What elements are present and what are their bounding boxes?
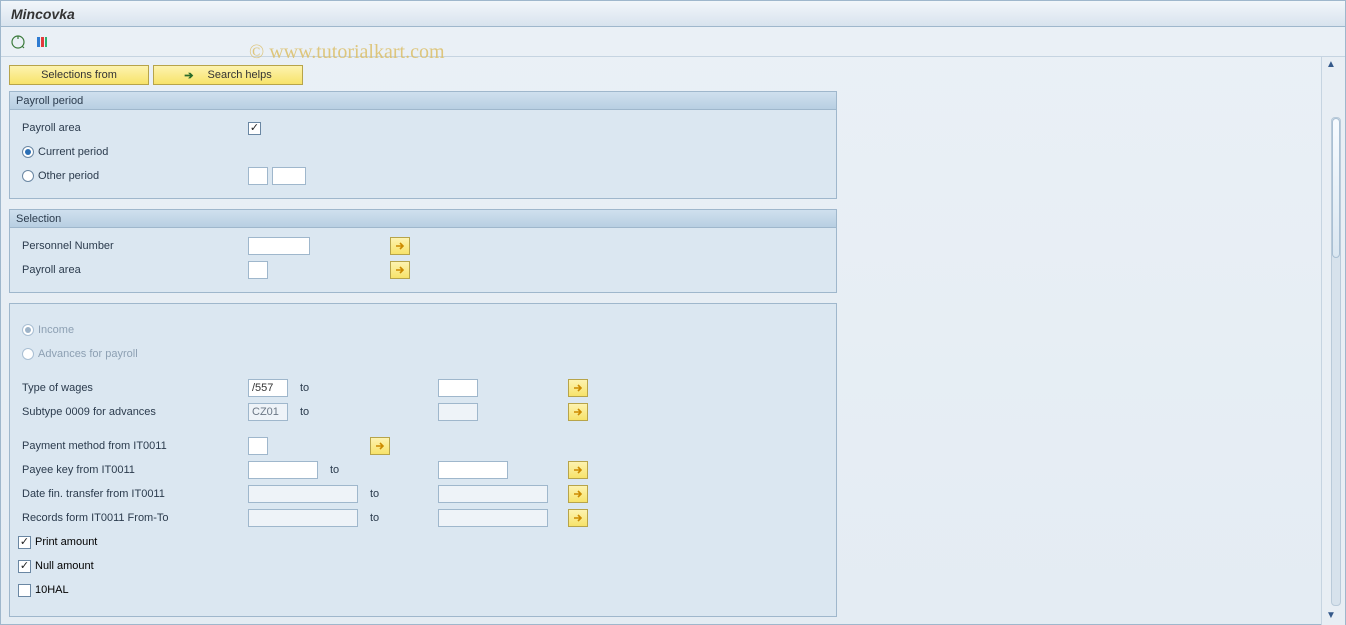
income-radio bbox=[22, 324, 34, 336]
type-of-wages-to[interactable] bbox=[438, 379, 478, 397]
date-fin-multi[interactable] bbox=[568, 485, 588, 503]
payroll-area-input[interactable] bbox=[248, 261, 268, 279]
group-payroll-period: Payroll period Payroll area Current peri… bbox=[9, 91, 837, 199]
records-multi[interactable] bbox=[568, 509, 588, 527]
label-date-fin: Date fin. transfer from IT0011 bbox=[18, 488, 248, 500]
window-title: Mincovka bbox=[1, 1, 1345, 27]
group-selection: Selection Personnel Number Payroll area bbox=[9, 209, 837, 293]
subtype-from bbox=[248, 403, 288, 421]
execute-icon[interactable] bbox=[9, 33, 27, 51]
label-type-of-wages: Type of wages bbox=[18, 382, 248, 394]
payment-method-multi[interactable] bbox=[370, 437, 390, 455]
type-of-wages-multi[interactable] bbox=[568, 379, 588, 397]
payee-key-to[interactable] bbox=[438, 461, 508, 479]
group-header: Payroll period bbox=[10, 92, 836, 110]
scrollbar-thumb[interactable] bbox=[1332, 118, 1340, 258]
payee-key-from[interactable] bbox=[248, 461, 318, 479]
group-parameters: Income Advances for payroll Type of wage… bbox=[9, 303, 837, 617]
payroll-area-multi-button[interactable] bbox=[390, 261, 410, 279]
label-other-period: Other period bbox=[38, 170, 99, 182]
label-records: Records form IT0011 From-To bbox=[18, 512, 248, 524]
subtype-to bbox=[438, 403, 478, 421]
label-payee-key: Payee key from IT0011 bbox=[18, 464, 248, 476]
to-label: to bbox=[318, 464, 438, 476]
personnel-number-multi-button[interactable] bbox=[390, 237, 410, 255]
date-fin-to bbox=[438, 485, 548, 503]
to-label: to bbox=[358, 512, 438, 524]
label-payroll-area-sel: Payroll area bbox=[18, 264, 248, 276]
label-print-amount: Print amount bbox=[35, 536, 97, 548]
scroll-column: ▲ ▼ bbox=[1321, 57, 1345, 625]
main-content: Selections from ➔Search helps Payroll pe… bbox=[1, 57, 1321, 625]
payment-method-input[interactable] bbox=[248, 437, 268, 455]
to-label: to bbox=[288, 406, 438, 418]
null-amount-checkbox[interactable] bbox=[18, 560, 31, 573]
label-payment-method: Payment method from IT0011 bbox=[18, 440, 248, 452]
scroll-up-icon[interactable]: ▲ bbox=[1326, 59, 1340, 73]
label-income: Income bbox=[38, 324, 74, 336]
other-period-input-1[interactable] bbox=[248, 167, 268, 185]
other-period-input-2[interactable] bbox=[272, 167, 306, 185]
payee-key-multi[interactable] bbox=[568, 461, 588, 479]
records-from bbox=[248, 509, 358, 527]
selections-from-button[interactable]: Selections from bbox=[9, 65, 149, 85]
advances-radio bbox=[22, 348, 34, 360]
to-label: to bbox=[358, 488, 438, 500]
label-null-amount: Null amount bbox=[35, 560, 94, 572]
app-toolbar bbox=[1, 27, 1345, 57]
group-header: Selection bbox=[10, 210, 836, 228]
date-fin-from bbox=[248, 485, 358, 503]
scroll-down-icon[interactable]: ▼ bbox=[1326, 610, 1340, 624]
scrollbar[interactable] bbox=[1331, 117, 1341, 606]
arrow-right-icon: ➔ bbox=[184, 69, 193, 82]
tenhal-checkbox[interactable] bbox=[18, 584, 31, 597]
personnel-number-input[interactable] bbox=[248, 237, 310, 255]
search-helps-button[interactable]: ➔Search helps bbox=[153, 65, 303, 85]
records-to bbox=[438, 509, 548, 527]
type-of-wages-from[interactable] bbox=[248, 379, 288, 397]
subtype-multi[interactable] bbox=[568, 403, 588, 421]
payroll-area-checkbox[interactable] bbox=[248, 122, 261, 135]
print-amount-checkbox[interactable] bbox=[18, 536, 31, 549]
label-personnel-number: Personnel Number bbox=[18, 240, 248, 252]
to-label: to bbox=[288, 382, 438, 394]
label-tenhal: 10HAL bbox=[35, 584, 69, 596]
title-text: Mincovka bbox=[11, 6, 75, 22]
label-payroll-area: Payroll area bbox=[18, 122, 248, 134]
variant-icon[interactable] bbox=[33, 33, 51, 51]
label-advances: Advances for payroll bbox=[38, 348, 138, 360]
label-subtype: Subtype 0009 for advances bbox=[18, 406, 248, 418]
current-period-radio[interactable] bbox=[22, 146, 34, 158]
other-period-radio[interactable] bbox=[22, 170, 34, 182]
label-current-period: Current period bbox=[38, 146, 108, 158]
